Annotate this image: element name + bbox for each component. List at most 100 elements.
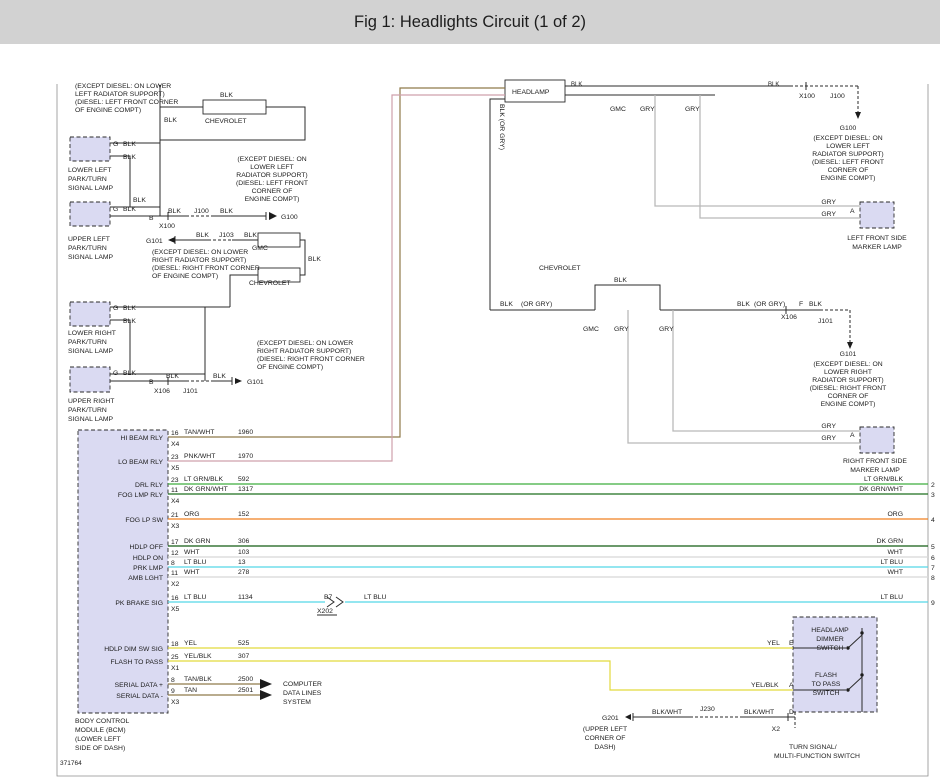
ground-arrow-g101-mid — [847, 342, 853, 349]
terminal-a-left-marker: A — [850, 208, 855, 215]
wire-color-label: TAN — [184, 687, 197, 694]
wire-label: BLK — [571, 82, 582, 88]
wire-label: BLK — [196, 232, 209, 239]
switch-contact-dot-4 — [860, 673, 863, 676]
bcm-pin-label: DRL RLY — [135, 482, 163, 489]
bcm-pin-label: FLASH TO PASS — [110, 659, 163, 666]
wire-label: (DIESEL: LEFT FRONT — [812, 159, 884, 166]
wire-label: PARK/TURN — [68, 407, 107, 414]
connector-j100: J100 — [194, 208, 209, 215]
wire-label: (DIESEL: RIGHT FRONT CORNER — [257, 356, 365, 363]
wire-color-label: DK GRN — [877, 538, 904, 545]
wire-label: RADIATOR SUPPORT) — [236, 172, 307, 179]
wire-label: BLK — [166, 373, 179, 380]
circuit-number: 13 — [238, 559, 246, 566]
wire-label: GRY — [685, 106, 700, 113]
wire-label: CORNER OF — [585, 735, 626, 742]
wire-label: TO PASS — [812, 681, 841, 688]
bcm-caption: BODY CONTROL — [75, 718, 129, 725]
terminal-g4: G — [113, 370, 118, 377]
dimmer-switch-caption: HEADLAMP — [811, 627, 849, 634]
connector-x100: X100 — [159, 223, 175, 230]
bcm-pin-number: 8 — [171, 677, 175, 684]
wire-label: (DIESEL: RIGHT FRONT — [810, 385, 887, 392]
wire-color-label: WHT — [888, 549, 903, 556]
wire-label: ENGINE COMPT) — [821, 401, 876, 408]
connector-id: X3 — [171, 699, 180, 706]
wire-label: ENGINE COMPT) — [245, 196, 300, 203]
serial-data-arrow-1 — [260, 679, 272, 689]
wire-label: (OR GRY) — [521, 301, 552, 308]
wire-color-label: YEL/BLK — [184, 653, 212, 660]
wire-color-label: WHT — [184, 569, 199, 576]
wire-label: BLK — [213, 373, 226, 380]
bcm-pin-number: 11 — [171, 570, 178, 577]
ground-arrow-g100-top — [855, 112, 861, 119]
exit-pin-number: 5 — [931, 544, 935, 551]
multifunction-switch-caption: TURN SIGNAL/ — [789, 744, 837, 751]
bcm-pin-number: 25 — [171, 654, 179, 661]
bcm-pin-label: SERIAL DATA + — [115, 682, 163, 689]
connector-id: X1 — [171, 665, 180, 672]
headlamp-label: HEADLAMP — [512, 89, 550, 96]
wire-label: BLK — [308, 256, 321, 263]
ground-g201: G201 — [602, 715, 619, 722]
left-marker-caption: LEFT FRONT SIDE — [847, 235, 907, 242]
terminal-b2: B — [149, 379, 154, 386]
wire-label: SWITCH — [817, 645, 844, 652]
wire-color-label: WHT — [184, 549, 199, 556]
circuit-number: 2501 — [238, 687, 253, 694]
connector-id: X4 — [171, 441, 180, 448]
terminal-e: E — [789, 640, 794, 647]
black-wires — [110, 82, 862, 721]
wire-label: PARK/TURN — [68, 339, 107, 346]
wire-label: LEFT RADIATOR SUPPORT) — [75, 91, 165, 98]
bcm-pin-number: 16 — [171, 430, 179, 437]
wire-label: GRY — [821, 199, 836, 206]
wire-label: GRY — [821, 435, 836, 442]
variant-gmc-top: GMC — [610, 106, 626, 113]
ground-arrow-g101-right — [235, 378, 242, 384]
right-marker-caption: RIGHT FRONT SIDE — [843, 458, 907, 465]
bcm-pin-label: PRK LMP — [133, 565, 163, 572]
wire-label: LOWER LEFT — [826, 143, 869, 150]
wire-label: OF ENGINE COMPT) — [75, 107, 141, 114]
wire-blk-or-gry-vertical: BLK (OR GRY) — [498, 104, 505, 150]
wire-label: OF ENGINE COMPT) — [152, 273, 218, 280]
screenshot-root: Fig 1: Headlights Circuit (1 of 2) — [0, 0, 940, 782]
wire-label: BLK — [168, 208, 181, 215]
wire-label: (DIESEL: RIGHT FRONT CORNER — [152, 265, 260, 272]
wire-label: RADIATOR SUPPORT) — [812, 151, 883, 158]
wire-label: GRY — [640, 106, 655, 113]
bcm-pin-label: HI BEAM RLY — [120, 435, 163, 442]
terminal-a-switch: A — [789, 682, 794, 689]
wire-label: DASH) — [594, 744, 615, 751]
wire-color-label: LT BLU — [184, 594, 207, 601]
wire-label: SIGNAL LAMP — [68, 348, 114, 355]
wire-label: GRY — [821, 423, 836, 430]
wire-label: BLK/WHT — [652, 709, 682, 716]
ground-g101-2: G101 — [247, 379, 264, 386]
circuit-number: 278 — [238, 569, 250, 576]
bcm-pin-number: 23 — [171, 454, 179, 461]
lamp-upper-right-box — [70, 367, 110, 392]
variant-gmc-mid: GMC — [583, 326, 599, 333]
connector-x2: X2 — [772, 726, 781, 733]
wire-label: BLK — [123, 141, 136, 148]
exit-pin-number: 2 — [931, 482, 935, 489]
serial-data-arrow-2 — [260, 690, 272, 700]
wire-label: BLK — [123, 305, 136, 312]
connector-j101: J101 — [183, 388, 198, 395]
wire-color-label: ORG — [184, 511, 199, 518]
wire-color-label: PNK/WHT — [184, 453, 215, 460]
connector-j100-2: J100 — [830, 93, 845, 100]
wire-label: SIGNAL LAMP — [68, 185, 114, 192]
ground-arrow-g100-left — [269, 212, 277, 220]
pink-wire — [168, 95, 505, 461]
circuit-number: 152 — [238, 511, 250, 518]
wire-color-label: DK GRN — [184, 538, 211, 545]
wire-label: SYSTEM — [283, 699, 311, 706]
wire-label: LOWER LEFT — [250, 164, 293, 171]
bcm-pin-label: FOG LMP RLY — [118, 492, 164, 499]
connector-j103: J103 — [219, 232, 234, 239]
